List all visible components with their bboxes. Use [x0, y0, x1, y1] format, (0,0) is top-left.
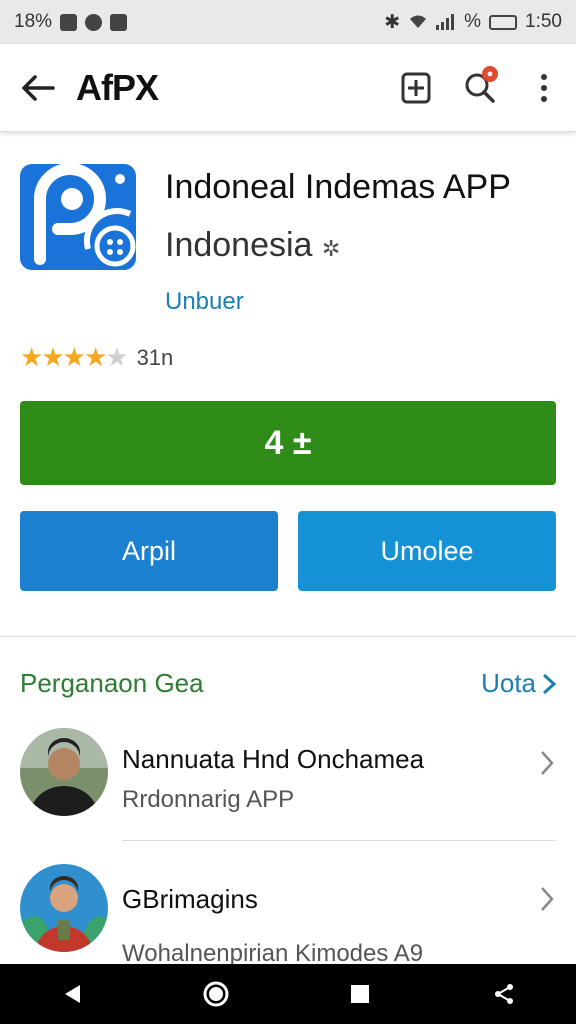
app-header: Indoneal Indemas APP Indonesia ✲ Unbuer … — [20, 160, 556, 390]
wifi-icon — [410, 15, 427, 28]
more-options-button[interactable] — [512, 44, 576, 132]
notification-icon — [60, 13, 78, 31]
page-title: AfPX — [76, 66, 159, 108]
battery-icon — [489, 14, 518, 30]
add-box-icon — [401, 72, 431, 103]
recents-square-icon[interactable] — [330, 964, 390, 1024]
image-notification-icon — [110, 13, 128, 31]
back-triangle-icon[interactable] — [42, 964, 102, 1024]
chevron-right-icon — [540, 750, 554, 784]
home-circle-icon[interactable] — [186, 964, 246, 1024]
more-vert-icon — [541, 73, 547, 102]
list-item-title: Nannuata Hnd Onchamea — [122, 744, 425, 774]
section-title: Perganaon Gea — [20, 668, 204, 698]
bluetooth-icon: ✱ — [384, 11, 401, 33]
signal-icon — [436, 14, 455, 30]
star-rating: ★★★★★ — [20, 342, 129, 373]
system-nav-bar — [0, 964, 576, 1024]
clock: 1:50 — [525, 11, 562, 32]
app-logo-icon — [20, 164, 136, 270]
battery-percent: % — [464, 11, 482, 32]
app-subtitle: Indonesia ✲ — [165, 226, 340, 265]
status-right: ✱ % 1:50 — [384, 11, 562, 34]
divider — [122, 840, 556, 841]
avatar — [20, 864, 108, 952]
section-more-link[interactable]: Uota — [481, 668, 556, 699]
primary-left-button[interactable]: Arpil — [20, 511, 278, 591]
app-name: Indoneal Indemas APP — [165, 168, 511, 206]
star-icon: ★ — [20, 342, 43, 372]
notification-badge: ● — [482, 65, 498, 82]
chevron-right-icon — [542, 673, 556, 694]
list-item[interactable]: GBrimagins Wohalnenpirian Kimodes A9 — [0, 856, 576, 976]
avatar — [20, 728, 108, 816]
developer-link[interactable]: Unbuer — [165, 288, 244, 316]
install-button[interactable]: 4 ± — [20, 401, 556, 485]
battery-text: 18% — [14, 11, 53, 32]
star-half-icon: ★ — [83, 342, 107, 372]
share-icon[interactable] — [474, 964, 534, 1024]
sparkle-icon: ✲ — [321, 236, 341, 261]
arrow-left-icon[interactable] — [0, 44, 76, 132]
chevron-right-icon — [540, 886, 554, 920]
rating-row: ★★★★★ 31n — [20, 342, 173, 373]
section-more-label: Uota — [481, 668, 536, 698]
star-icon: ★ — [41, 342, 64, 372]
app-subtitle-text: Indonesia — [165, 226, 313, 264]
rating-count: 31n — [136, 344, 174, 370]
status-left: 18% — [14, 11, 128, 33]
divider — [0, 636, 576, 637]
app-notification-icon — [85, 13, 103, 31]
primary-right-button[interactable]: Umolee — [298, 511, 556, 591]
star-empty-icon: ★ — [105, 342, 128, 372]
star-icon: ★ — [62, 342, 86, 372]
list-item[interactable]: Nannuata Hnd Onchamea Rrdonnarig APP — [0, 720, 576, 840]
status-bar: 18% ✱ % 1:50 — [0, 0, 576, 44]
list-item-title: GBrimagins — [122, 884, 258, 914]
app-bar: AfPX ● — [0, 44, 576, 132]
search-button[interactable]: ● — [448, 44, 512, 132]
add-box-button[interactable] — [384, 44, 448, 132]
list-item-subtitle: Rrdonnarig APP — [122, 786, 295, 813]
